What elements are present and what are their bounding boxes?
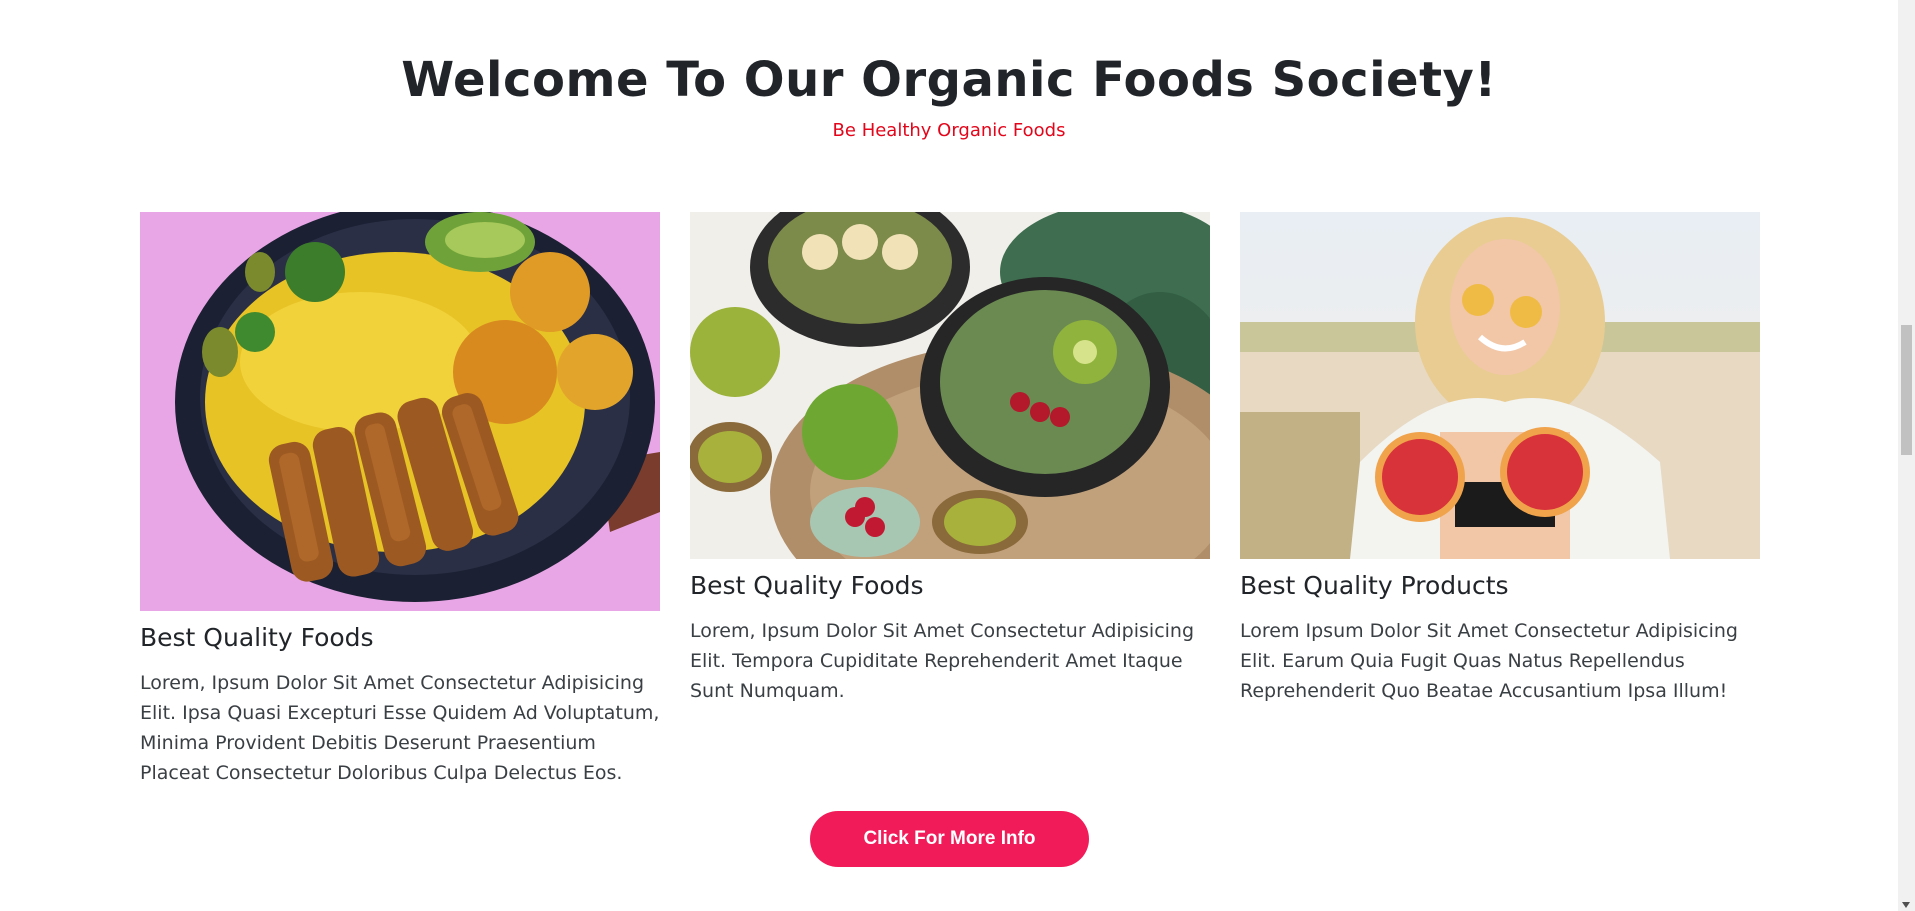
card-title-2: Best Quality Foods xyxy=(690,571,924,600)
hero-header: Welcome To Our Organic Foods Society! Be… xyxy=(0,48,1898,141)
card-text-2: Lorem, Ipsum Dolor Sit Amet Consectetur … xyxy=(690,620,1195,702)
card-text-3: Lorem Ipsum Dolor Sit Amet Consectetur A… xyxy=(1240,620,1738,702)
card-text-1: Lorem, Ipsum Dolor Sit Amet Consectetur … xyxy=(140,672,660,784)
page-scrollbar[interactable] xyxy=(1898,0,1915,911)
scroll-down-arrow-icon[interactable] xyxy=(1902,902,1910,908)
page-subtitle: Be Healthy Organic Foods xyxy=(832,120,1066,141)
feature-card-2: Best Quality Foods Lorem, Ipsum Dolor Si… xyxy=(690,212,1210,706)
card-image-3 xyxy=(1240,212,1760,559)
card-title-3: Best Quality Products xyxy=(1240,571,1509,600)
feature-card-3: Best Quality Products Lorem Ipsum Dolor … xyxy=(1240,212,1760,706)
card-image-2 xyxy=(690,212,1210,559)
scrollbar-thumb[interactable] xyxy=(1901,325,1912,455)
feature-card-1: Best Quality Foods Lorem, Ipsum Dolor Si… xyxy=(140,212,660,788)
page: Welcome To Our Organic Foods Society! Be… xyxy=(0,0,1915,911)
card-title-1: Best Quality Foods xyxy=(140,623,374,652)
page-title: Welcome To Our Organic Foods Society! xyxy=(401,52,1497,108)
card-image-1 xyxy=(140,212,660,611)
more-info-button[interactable]: Click For More Info xyxy=(810,811,1089,867)
